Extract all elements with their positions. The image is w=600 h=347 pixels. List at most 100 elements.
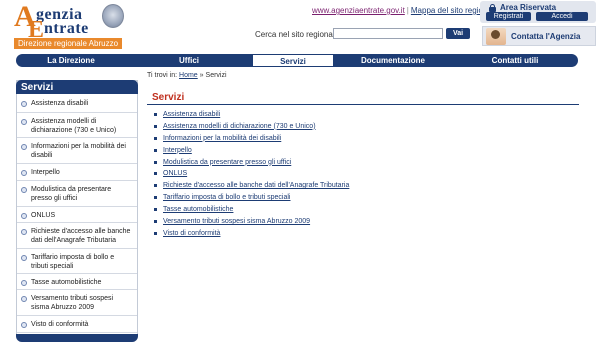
page-title: Servizi bbox=[152, 92, 185, 103]
nav-item-documentazione[interactable]: Documentazione bbox=[334, 54, 452, 67]
bullet-icon bbox=[21, 119, 27, 125]
sidebar-item-mobilita-disabili[interactable]: Informazioni per la mobilità dei disabil… bbox=[17, 138, 137, 164]
sidebar-item-onlus[interactable]: ONLUS bbox=[17, 207, 137, 223]
lock-icon bbox=[489, 4, 496, 12]
main-nav: La Direzione Uffici Servizi Documentazio… bbox=[16, 54, 578, 67]
top-links: www.agenziaentrate.gov.it | Mappa del sito… bbox=[312, 6, 498, 15]
list-item: Tasse automobilistiche bbox=[154, 205, 554, 217]
list-item: Assistenza disabili bbox=[154, 110, 554, 122]
sidebar-item-tasse-automobilistiche[interactable]: Tasse automobilistiche bbox=[17, 274, 137, 290]
bullet-icon bbox=[21, 322, 27, 328]
sidebar-list: Assistenza disabili Assistenza modelli d… bbox=[17, 95, 137, 333]
services-list: Assistenza disabili Assistenza modelli d… bbox=[154, 110, 554, 241]
sidebar-item-label: Tariffario imposta di bollo e tributi sp… bbox=[31, 254, 115, 270]
bullet-icon bbox=[21, 229, 27, 235]
list-item: Modulistica da presentare presso gli uff… bbox=[154, 158, 554, 170]
contact-avatar-icon bbox=[486, 28, 506, 45]
breadcrumb-home-link[interactable]: Home bbox=[179, 72, 198, 79]
list-item: ONLUS bbox=[154, 169, 554, 181]
breadcrumb-current: Servizi bbox=[205, 72, 227, 79]
sidebar-item-label: Versamento tributi sospesi sisma Abruzzo… bbox=[31, 295, 114, 311]
nav-item-servizi[interactable]: Servizi bbox=[252, 54, 334, 67]
list-item: Richieste d'accesso alle banche dati del… bbox=[154, 181, 554, 193]
service-link[interactable]: Richieste d'accesso alle banche dati del… bbox=[163, 182, 349, 189]
breadcrumb-prefix: Ti trovi in: bbox=[147, 72, 178, 79]
service-link[interactable]: Modulistica da presentare presso gli uff… bbox=[163, 159, 291, 166]
bullet-icon bbox=[154, 113, 157, 116]
contact-agency-button[interactable]: Contatta l'Agenzia bbox=[482, 26, 596, 46]
sidebar-item-label: Assistenza disabili bbox=[31, 100, 89, 107]
nav-item-la-direzione[interactable]: La Direzione bbox=[16, 54, 126, 67]
list-item: Informazioni per la mobilità dei disabil… bbox=[154, 134, 554, 146]
bullet-icon bbox=[154, 172, 157, 176]
nav-item-contatti-utili[interactable]: Contatti utili bbox=[452, 54, 578, 67]
list-item: Versamento tributi sospesi sisma Abruzzo… bbox=[154, 217, 554, 229]
agency-logo[interactable]: A genzia E ntrate bbox=[14, 2, 124, 42]
login-button[interactable]: Accedi bbox=[536, 12, 588, 21]
nav-item-uffici[interactable]: Uffici bbox=[126, 54, 252, 67]
sidebar-item-label: Tasse automobilistiche bbox=[31, 279, 102, 286]
service-link[interactable]: Assistenza modelli di dichiarazione (730… bbox=[163, 123, 316, 130]
bullet-icon bbox=[154, 124, 157, 128]
service-link[interactable]: ONLUS bbox=[163, 170, 187, 177]
sidebar-item-tariffario[interactable]: Tariffario imposta di bollo e tributi sp… bbox=[17, 249, 137, 274]
sidebar-item-label: ONLUS bbox=[31, 212, 56, 219]
service-link[interactable]: Visto di conformità bbox=[163, 230, 220, 237]
sidebar-item-label: Visto di conformità bbox=[31, 321, 89, 328]
bullet-icon bbox=[21, 255, 27, 261]
bullet-icon bbox=[154, 231, 157, 235]
site-link[interactable]: www.agenziaentrate.gov.it bbox=[312, 6, 405, 15]
sidebar-item-modulistica[interactable]: Modulistica da presentare presso gli uff… bbox=[17, 181, 137, 207]
bullet-icon bbox=[154, 196, 157, 200]
search-button[interactable]: Vai bbox=[446, 28, 470, 39]
sidebar-item-label: Informazioni per la mobilità dei disabil… bbox=[31, 143, 126, 159]
bullet-icon bbox=[154, 184, 157, 188]
sidebar-item-visto-conformita[interactable]: Visto di conformità bbox=[17, 316, 137, 333]
sidebar-item-assistenza-modelli[interactable]: Assistenza modelli di dichiarazione (730… bbox=[17, 113, 137, 138]
bullet-icon bbox=[154, 220, 157, 224]
bullet-icon bbox=[154, 148, 157, 152]
sidebar-item-label: Modulistica da presentare presso gli uff… bbox=[31, 186, 112, 202]
sidebar-item-versamento-tributi[interactable]: Versamento tributi sospesi sisma Abruzzo… bbox=[17, 290, 137, 316]
sidebar-item-label: Assistenza modelli di dichiarazione (730… bbox=[31, 118, 117, 134]
service-link[interactable]: Interpello bbox=[163, 147, 192, 154]
bullet-icon bbox=[21, 144, 27, 150]
service-link[interactable]: Informazioni per la mobilità dei disabil… bbox=[163, 135, 281, 142]
list-item: Interpello bbox=[154, 146, 554, 158]
bullet-icon bbox=[154, 160, 157, 164]
service-link[interactable]: Versamento tributi sospesi sisma Abruzzo… bbox=[163, 218, 310, 225]
list-item: Tariffario imposta di bollo e tributi sp… bbox=[154, 193, 554, 205]
bullet-icon bbox=[21, 101, 27, 107]
breadcrumb: Ti trovi in: Home » Servizi bbox=[147, 72, 227, 79]
bullet-icon bbox=[154, 136, 157, 140]
bullet-icon bbox=[21, 170, 27, 176]
reserved-area-title: Area Riservata bbox=[500, 3, 557, 12]
search-label: Cerca nel sito regionale: bbox=[255, 30, 342, 39]
sidebar-item-assistenza-disabili[interactable]: Assistenza disabili bbox=[17, 95, 137, 113]
breadcrumb-separator: » bbox=[199, 72, 204, 79]
sidebar-item-interpello[interactable]: Interpello bbox=[17, 164, 137, 181]
service-link[interactable]: Tasse automobilistiche bbox=[163, 206, 233, 213]
service-link[interactable]: Tariffario imposta di bollo e tributi sp… bbox=[163, 194, 291, 201]
top-links-separator: | bbox=[406, 6, 409, 15]
sidebar-footer bbox=[16, 334, 138, 342]
register-button[interactable]: Registrati bbox=[486, 12, 531, 21]
bullet-icon bbox=[154, 208, 157, 212]
sidebar: Servizi Assistenza disabili Assistenza m… bbox=[16, 80, 138, 342]
logo-word-entrate: ntrate bbox=[44, 20, 89, 37]
bullet-icon bbox=[21, 296, 27, 302]
sidebar-title: Servizi bbox=[16, 80, 138, 94]
contact-agency-label: Contatta l'Agenzia bbox=[511, 32, 581, 41]
sidebar-item-richieste-accesso[interactable]: Richieste d'accesso alle banche dati del… bbox=[17, 223, 137, 249]
site-header: A genzia E ntrate Direzione regionale Ab… bbox=[0, 0, 600, 54]
bullet-icon bbox=[21, 187, 27, 193]
service-link[interactable]: Assistenza disabili bbox=[163, 111, 220, 118]
search-input[interactable] bbox=[333, 28, 443, 39]
list-item: Visto di conformità bbox=[154, 229, 554, 241]
list-item: Assistenza modelli di dichiarazione (730… bbox=[154, 122, 554, 134]
agency-emblem-icon bbox=[102, 4, 124, 28]
reserved-area-panel: Area Riservata Registrati Accedi bbox=[480, 1, 596, 23]
bullet-icon bbox=[21, 280, 27, 286]
title-divider bbox=[147, 104, 579, 105]
region-label: Direzione regionale Abruzzo bbox=[14, 38, 122, 49]
